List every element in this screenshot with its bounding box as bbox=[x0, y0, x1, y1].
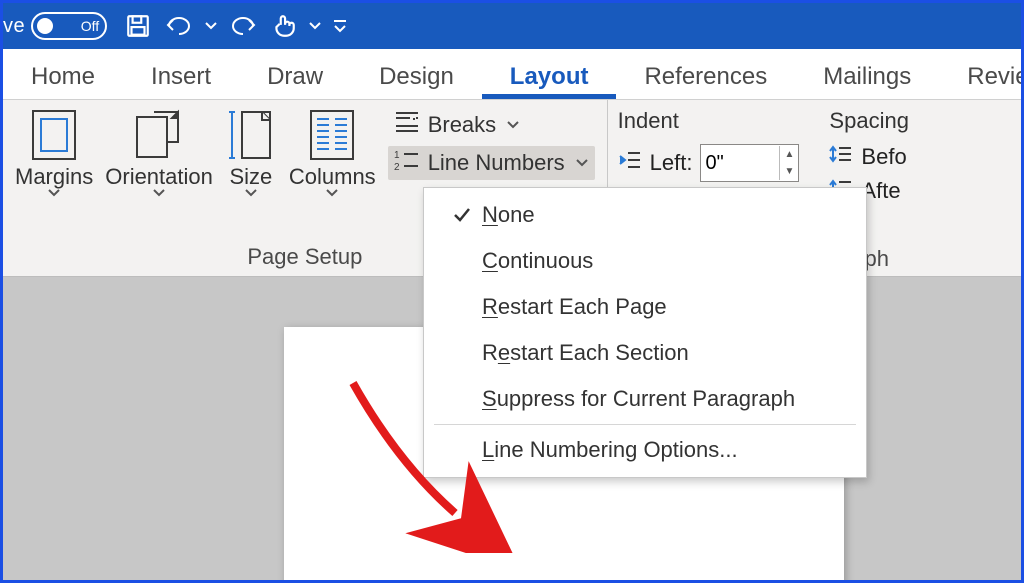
breaks-label: Breaks bbox=[428, 112, 496, 138]
chevron-down-icon bbox=[152, 188, 166, 198]
menu-item-restart-page[interactable]: Restart Each Page bbox=[424, 284, 866, 330]
indent-heading: Indent bbox=[618, 106, 810, 136]
spinner-up[interactable]: ▲ bbox=[780, 146, 798, 163]
indent-left-spinner[interactable]: ▲▼ bbox=[700, 144, 799, 182]
orientation-button[interactable]: Orientation bbox=[99, 106, 219, 198]
orientation-label: Orientation bbox=[105, 164, 213, 190]
line-numbers-menu: None Continuous Restart Each Page Restar… bbox=[423, 187, 867, 478]
svg-text:1: 1 bbox=[394, 150, 400, 161]
margins-button[interactable]: Margins bbox=[9, 106, 99, 198]
autosave-toggle[interactable]: Off bbox=[31, 12, 107, 40]
line-numbers-label: Line Numbers bbox=[428, 150, 565, 176]
margins-label: Margins bbox=[15, 164, 93, 190]
svg-text:2: 2 bbox=[394, 162, 400, 172]
menu-label: ine Numbering Options... bbox=[494, 437, 737, 462]
columns-label: Columns bbox=[289, 164, 376, 190]
menu-label: uppress for Current Paragraph bbox=[497, 386, 795, 411]
autosave-state: Off bbox=[81, 18, 99, 34]
breaks-icon bbox=[394, 110, 420, 140]
menu-item-suppress[interactable]: Suppress for Current Paragraph bbox=[424, 376, 866, 422]
margins-icon bbox=[28, 108, 80, 162]
spacing-before-icon bbox=[829, 144, 853, 170]
breaks-button[interactable]: Breaks bbox=[388, 108, 595, 142]
menu-separator bbox=[434, 424, 856, 425]
tab-review[interactable]: Review bbox=[939, 53, 1024, 99]
tab-home[interactable]: Home bbox=[3, 53, 123, 99]
indent-left-input[interactable] bbox=[701, 150, 779, 177]
menu-item-options[interactable]: Line Numbering Options... bbox=[424, 427, 866, 473]
undo-button[interactable] bbox=[159, 3, 201, 49]
chevron-down-icon bbox=[506, 120, 520, 130]
chevron-down-icon bbox=[575, 158, 589, 168]
tab-insert[interactable]: Insert bbox=[123, 53, 239, 99]
menu-label: start Each Section bbox=[510, 340, 689, 365]
indent-left-label: Left: bbox=[650, 150, 693, 176]
line-numbers-icon: 12 bbox=[394, 148, 420, 178]
line-numbers-button[interactable]: 12 Line Numbers bbox=[388, 146, 595, 180]
tab-mailings[interactable]: Mailings bbox=[795, 53, 939, 99]
menu-item-none[interactable]: None bbox=[424, 192, 866, 238]
size-label: Size bbox=[229, 164, 272, 190]
chevron-down-icon bbox=[47, 188, 61, 198]
title-bar: ve Off bbox=[3, 3, 1021, 49]
indent-left-icon bbox=[618, 150, 642, 176]
ribbon-tabstrip: Home Insert Draw Design Layout Reference… bbox=[3, 49, 1021, 100]
tab-design[interactable]: Design bbox=[351, 53, 482, 99]
menu-label: ontinuous bbox=[498, 248, 593, 273]
spacing-after-label: Afte bbox=[861, 178, 900, 204]
spacing-heading: Spacing bbox=[829, 106, 909, 136]
tab-layout[interactable]: Layout bbox=[482, 53, 617, 99]
size-icon bbox=[225, 108, 277, 162]
menu-label: one bbox=[498, 202, 535, 227]
columns-icon bbox=[306, 108, 358, 162]
redo-button[interactable] bbox=[221, 3, 263, 49]
spinner-down[interactable]: ▼ bbox=[780, 163, 798, 180]
qat-customize-button[interactable] bbox=[325, 3, 355, 49]
tab-draw[interactable]: Draw bbox=[239, 53, 351, 99]
checkmark-icon bbox=[442, 206, 482, 224]
chevron-down-icon bbox=[325, 188, 339, 198]
spacing-before-label: Befo bbox=[861, 144, 906, 170]
chevron-down-icon bbox=[244, 188, 258, 198]
menu-item-restart-section[interactable]: Restart Each Section bbox=[424, 330, 866, 376]
undo-split-caret[interactable] bbox=[201, 3, 221, 49]
save-button[interactable] bbox=[117, 3, 159, 49]
menu-item-continuous[interactable]: Continuous bbox=[424, 238, 866, 284]
tab-references[interactable]: References bbox=[616, 53, 795, 99]
orientation-icon bbox=[133, 108, 185, 162]
columns-button[interactable]: Columns bbox=[283, 106, 382, 198]
autosave-label: ve bbox=[3, 15, 25, 38]
touch-mode-button[interactable] bbox=[263, 3, 305, 49]
size-button[interactable]: Size bbox=[219, 106, 283, 198]
menu-label: estart Each Page bbox=[498, 294, 667, 319]
touch-mode-caret[interactable] bbox=[305, 3, 325, 49]
